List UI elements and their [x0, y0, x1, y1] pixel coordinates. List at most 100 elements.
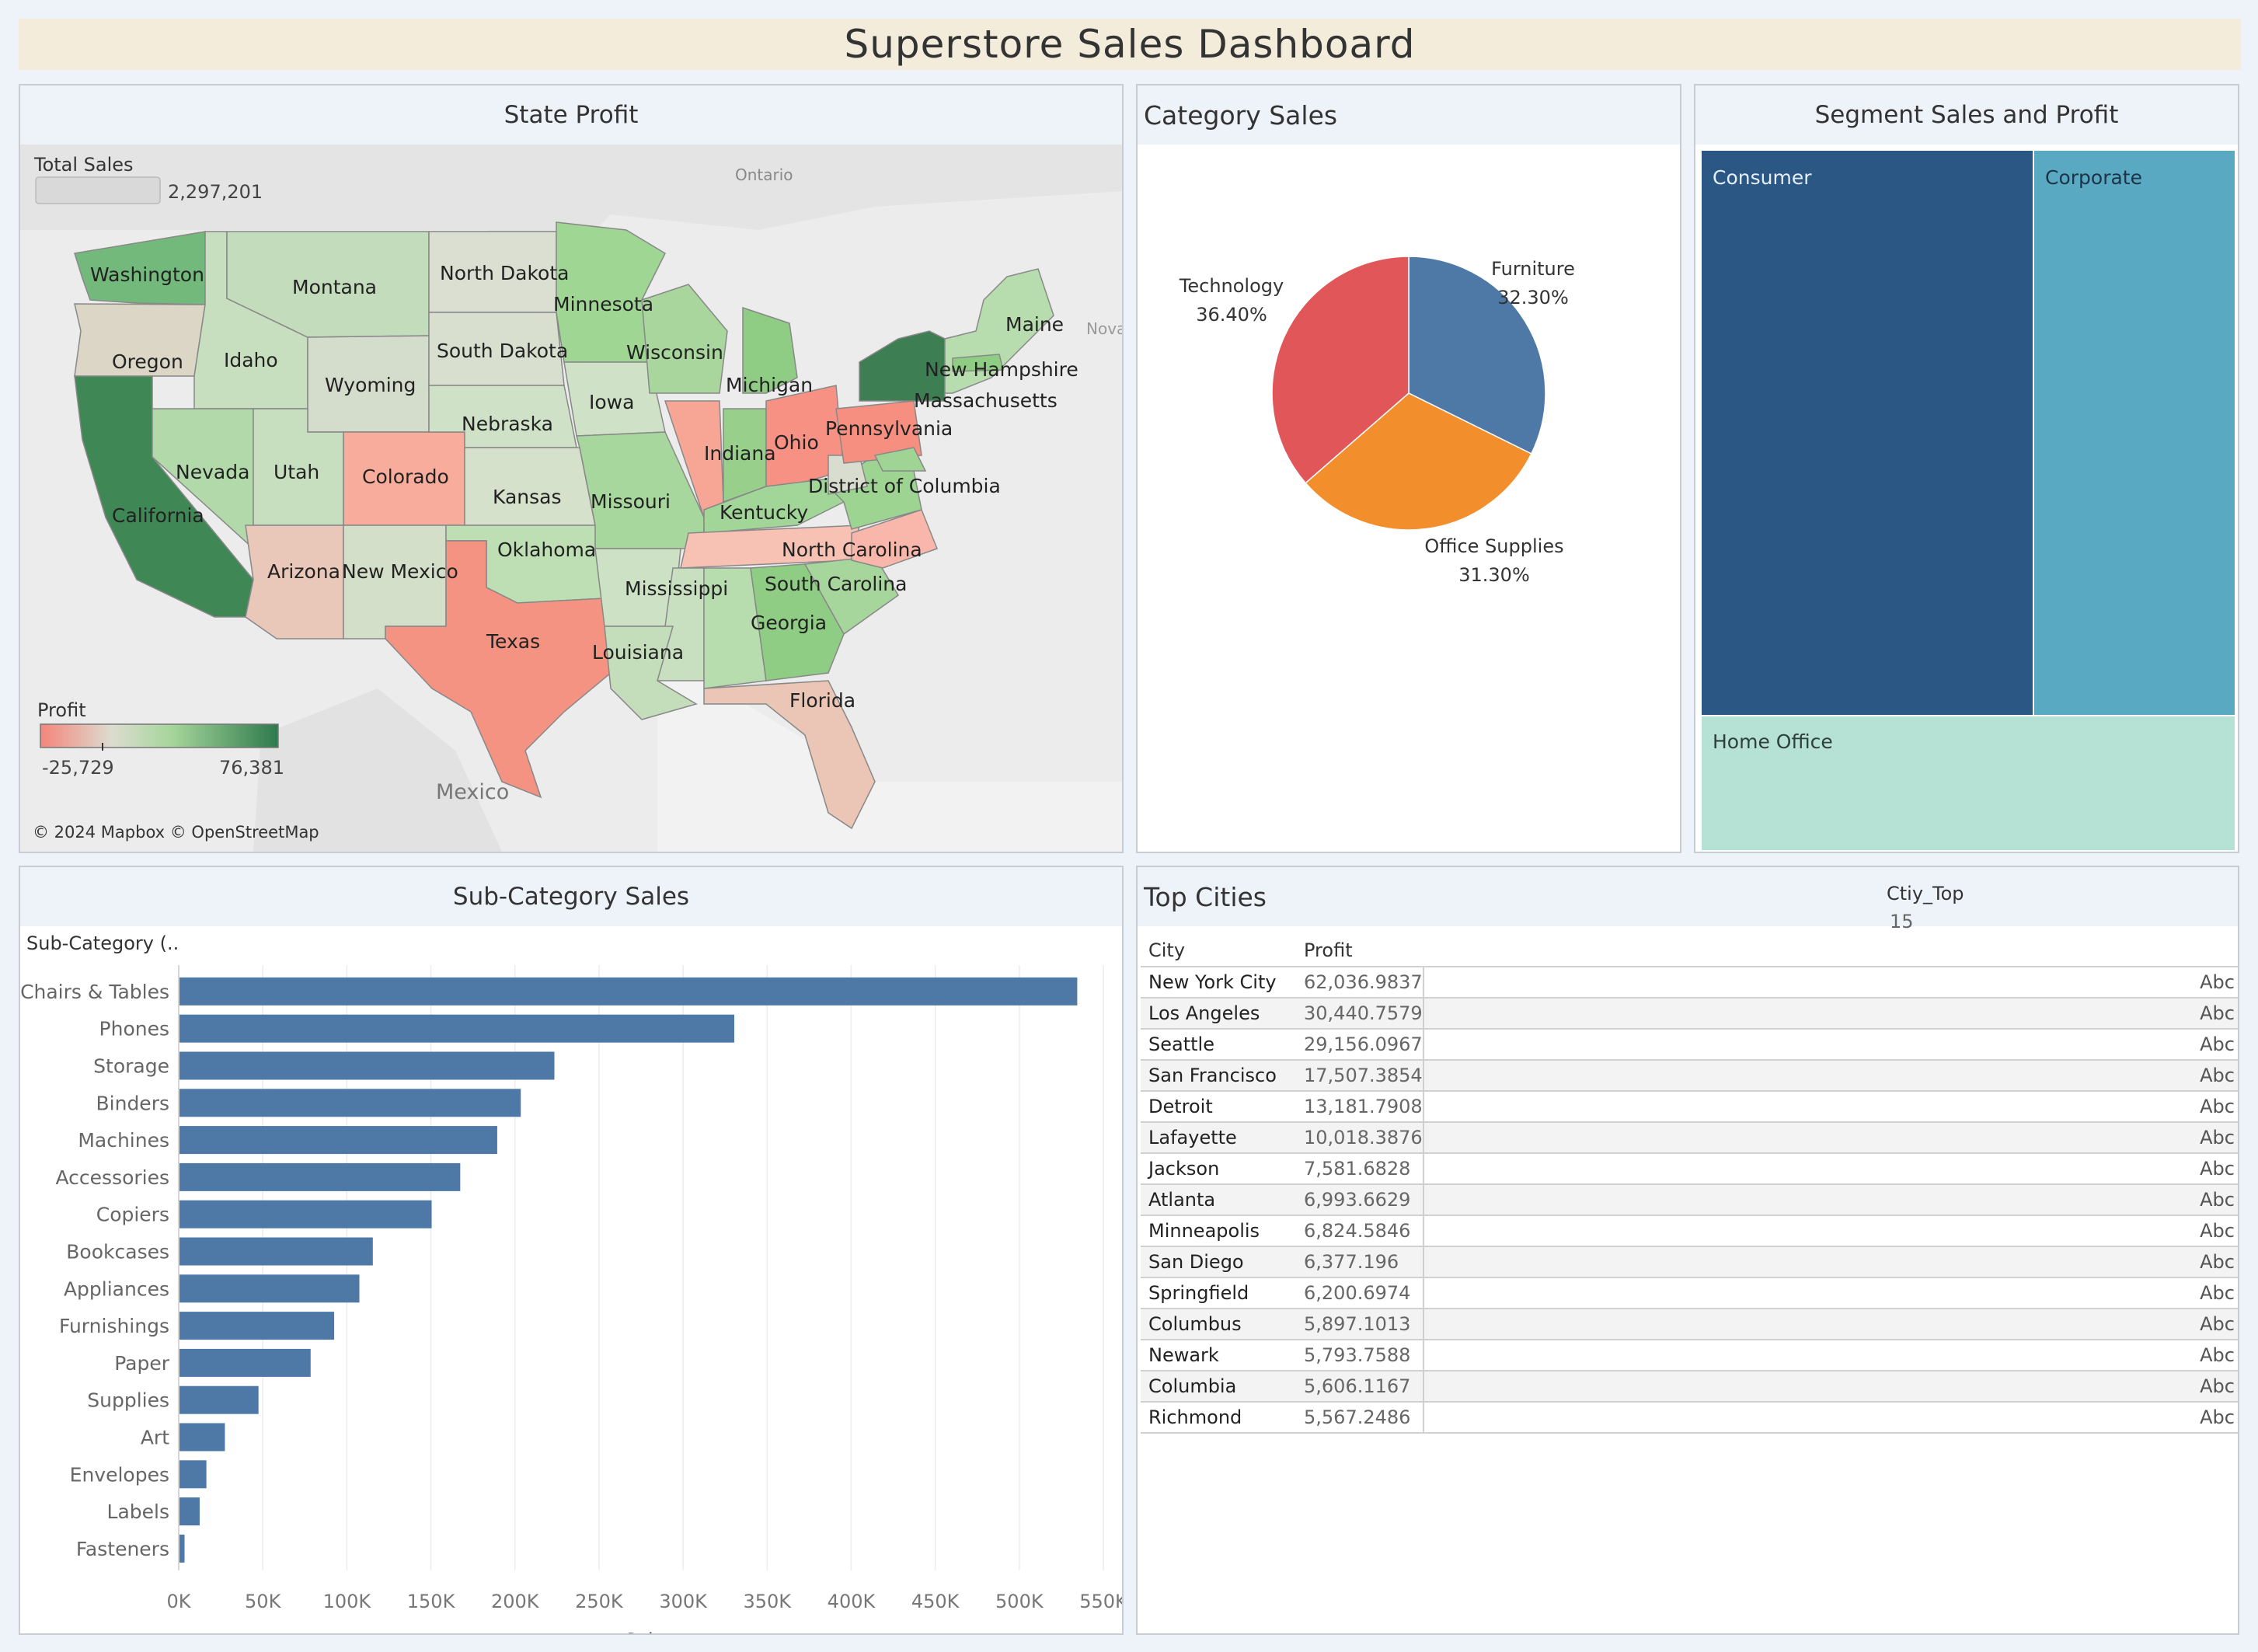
cell-city[interactable]: Lafayette: [1141, 1122, 1296, 1154]
bar-art[interactable]: [179, 1423, 225, 1452]
bar-envelopes[interactable]: [179, 1460, 207, 1489]
label-ohio: Ohio: [774, 431, 819, 454]
category-label[interactable]: Supplies: [87, 1389, 169, 1412]
table-row[interactable]: Columbus 5,897.1013 Abc: [1141, 1309, 2238, 1340]
category-label[interactable]: Chairs & Tables: [20, 981, 169, 1003]
x-tick-label: 300K: [659, 1591, 708, 1612]
cell-city[interactable]: Jackson: [1141, 1153, 1296, 1185]
cell-city[interactable]: Springfield: [1141, 1277, 1296, 1309]
label-washington: Washington: [90, 263, 204, 286]
cell-city[interactable]: Columbus: [1141, 1309, 1296, 1340]
bar-accessories[interactable]: [179, 1162, 461, 1191]
category-label[interactable]: Phones: [99, 1018, 169, 1040]
bar-supplies[interactable]: [179, 1385, 259, 1414]
basemap-label-mexico: Mexico: [436, 780, 509, 804]
cell-profit[interactable]: 5,897.1013: [1296, 1309, 1424, 1340]
cell-profit[interactable]: 29,156.0967: [1296, 1029, 1424, 1061]
table-row[interactable]: Detroit 13,181.7908 Abc: [1141, 1091, 2238, 1123]
category-label[interactable]: Copiers: [96, 1204, 169, 1226]
table-row[interactable]: New York City 62,036.9837 Abc: [1141, 967, 2238, 999]
table-row[interactable]: San Francisco 17,507.3854 Abc: [1141, 1060, 2238, 1092]
category-label[interactable]: Art: [141, 1427, 169, 1449]
cell-profit[interactable]: 6,824.5846: [1296, 1215, 1424, 1247]
label-california: California: [112, 504, 204, 527]
label-massachusetts: Massachusetts: [914, 389, 1058, 412]
state-profit-map[interactable]: Ontario Mexico Nova: [20, 145, 1122, 852]
category-label[interactable]: Bookcases: [66, 1241, 169, 1263]
cell-profit[interactable]: 5,567.2486: [1296, 1402, 1424, 1434]
bar-appliances[interactable]: [179, 1274, 360, 1303]
subcategory-bar-chart[interactable]: 0K 50K 100K 150K 200K 250K 300K 350K 400K 450K 500…: [20, 957, 1122, 1633]
cell-city[interactable]: Los Angeles: [1141, 998, 1296, 1030]
table-row[interactable]: Richmond 5,567.2486 Abc: [1141, 1402, 2238, 1434]
bar-labels[interactable]: [179, 1497, 200, 1526]
category-label[interactable]: Appliances: [64, 1277, 169, 1300]
city-top-param-value[interactable]: 15: [1890, 911, 1914, 932]
table-row[interactable]: Springfield 6,200.6974 Abc: [1141, 1277, 2238, 1309]
cell-profit[interactable]: 7,581.6828: [1296, 1153, 1424, 1185]
cell-city[interactable]: San Diego: [1141, 1246, 1296, 1278]
cell-city[interactable]: Atlanta: [1141, 1184, 1296, 1216]
col-header-profit[interactable]: Profit: [1296, 934, 1423, 967]
category-pie-chart[interactable]: Furniture 32.30% Office Supplies 31.30% Tech…: [1138, 145, 1680, 852]
bar-paper[interactable]: [179, 1348, 311, 1377]
table-row[interactable]: San Diego 6,377.196 Abc: [1141, 1246, 2238, 1278]
cell-profit[interactable]: 6,993.6629: [1296, 1184, 1424, 1216]
table-row[interactable]: Los Angeles 30,440.7579 Abc: [1141, 998, 2238, 1030]
category-label[interactable]: Envelopes: [70, 1463, 169, 1486]
cell-profit[interactable]: 5,793.7588: [1296, 1340, 1424, 1371]
cell-profit[interactable]: 10,018.3876: [1296, 1122, 1424, 1154]
category-label[interactable]: Paper: [114, 1352, 170, 1375]
cell-profit[interactable]: 13,181.7908: [1296, 1091, 1424, 1123]
pie-label-percent: 36.40%: [1196, 304, 1267, 326]
cell-profit[interactable]: 17,507.3854: [1296, 1060, 1424, 1092]
bar-fasteners[interactable]: [179, 1534, 185, 1563]
subcategory-header[interactable]: Sub-Category (..: [26, 932, 179, 954]
category-label[interactable]: Fasteners: [76, 1538, 169, 1560]
bar-chairs-tables[interactable]: [179, 977, 1078, 1005]
cell-city[interactable]: Richmond: [1141, 1402, 1296, 1434]
category-label[interactable]: Machines: [78, 1129, 169, 1152]
category-label[interactable]: Binders: [96, 1092, 170, 1114]
cell-city[interactable]: New York City: [1141, 967, 1296, 999]
total-sales-label: Total Sales: [33, 154, 134, 176]
table-row[interactable]: Newark 5,793.7588 Abc: [1141, 1340, 2238, 1371]
cell-city[interactable]: San Francisco: [1141, 1060, 1296, 1092]
treemap-consumer[interactable]: Consumer: [1702, 151, 2033, 715]
table-row[interactable]: Seattle 29,156.0967 Abc: [1141, 1029, 2238, 1061]
cell-profit[interactable]: 5,606.1167: [1296, 1371, 1424, 1403]
table-row[interactable]: Lafayette 10,018.3876 Abc: [1141, 1122, 2238, 1154]
category-label[interactable]: Furnishings: [59, 1315, 169, 1337]
cell-city[interactable]: Minneapolis: [1141, 1215, 1296, 1247]
cell-city[interactable]: Columbia: [1141, 1371, 1296, 1403]
bar-bookcases[interactable]: [179, 1237, 373, 1266]
cell-profit[interactable]: 62,036.9837: [1296, 967, 1424, 999]
category-label[interactable]: Storage: [93, 1055, 169, 1078]
table-row[interactable]: Jackson 7,581.6828 Abc: [1141, 1153, 2238, 1185]
bar-copiers[interactable]: [179, 1200, 432, 1229]
bar-phones[interactable]: [179, 1014, 734, 1043]
category-sales-title: Category Sales: [1138, 85, 1680, 145]
category-label[interactable]: Labels: [107, 1500, 169, 1523]
bar-storage[interactable]: [179, 1051, 555, 1080]
table-row[interactable]: Atlanta 6,993.6629 Abc: [1141, 1184, 2238, 1216]
category-label[interactable]: Accessories: [55, 1166, 169, 1189]
cell-profit[interactable]: 6,200.6974: [1296, 1277, 1424, 1309]
bar-binders[interactable]: [179, 1089, 521, 1117]
table-row[interactable]: Minneapolis 6,824.5846 Abc: [1141, 1215, 2238, 1247]
treemap-corporate[interactable]: Corporate: [2034, 151, 2235, 715]
bar-machines[interactable]: [179, 1126, 497, 1155]
table-row[interactable]: Columbia 5,606.1167 Abc: [1141, 1371, 2238, 1403]
cell-profit[interactable]: 30,440.7579: [1296, 998, 1424, 1030]
bar-furnishings[interactable]: [179, 1312, 335, 1340]
cell-city[interactable]: Seattle: [1141, 1029, 1296, 1061]
treemap-home-office[interactable]: Home Office: [1702, 716, 2235, 850]
cell-city[interactable]: Newark: [1141, 1340, 1296, 1371]
cell-profit[interactable]: 6,377.196: [1296, 1246, 1424, 1278]
map-attribution[interactable]: © 2024 Mapbox © OpenStreetMap: [33, 823, 319, 842]
col-header-city[interactable]: City: [1141, 934, 1296, 967]
cell-city[interactable]: Detroit: [1141, 1091, 1296, 1123]
x-tick-label: 100K: [323, 1591, 372, 1612]
label-indiana: Indiana: [704, 442, 776, 465]
label-wyoming: Wyoming: [325, 374, 416, 396]
